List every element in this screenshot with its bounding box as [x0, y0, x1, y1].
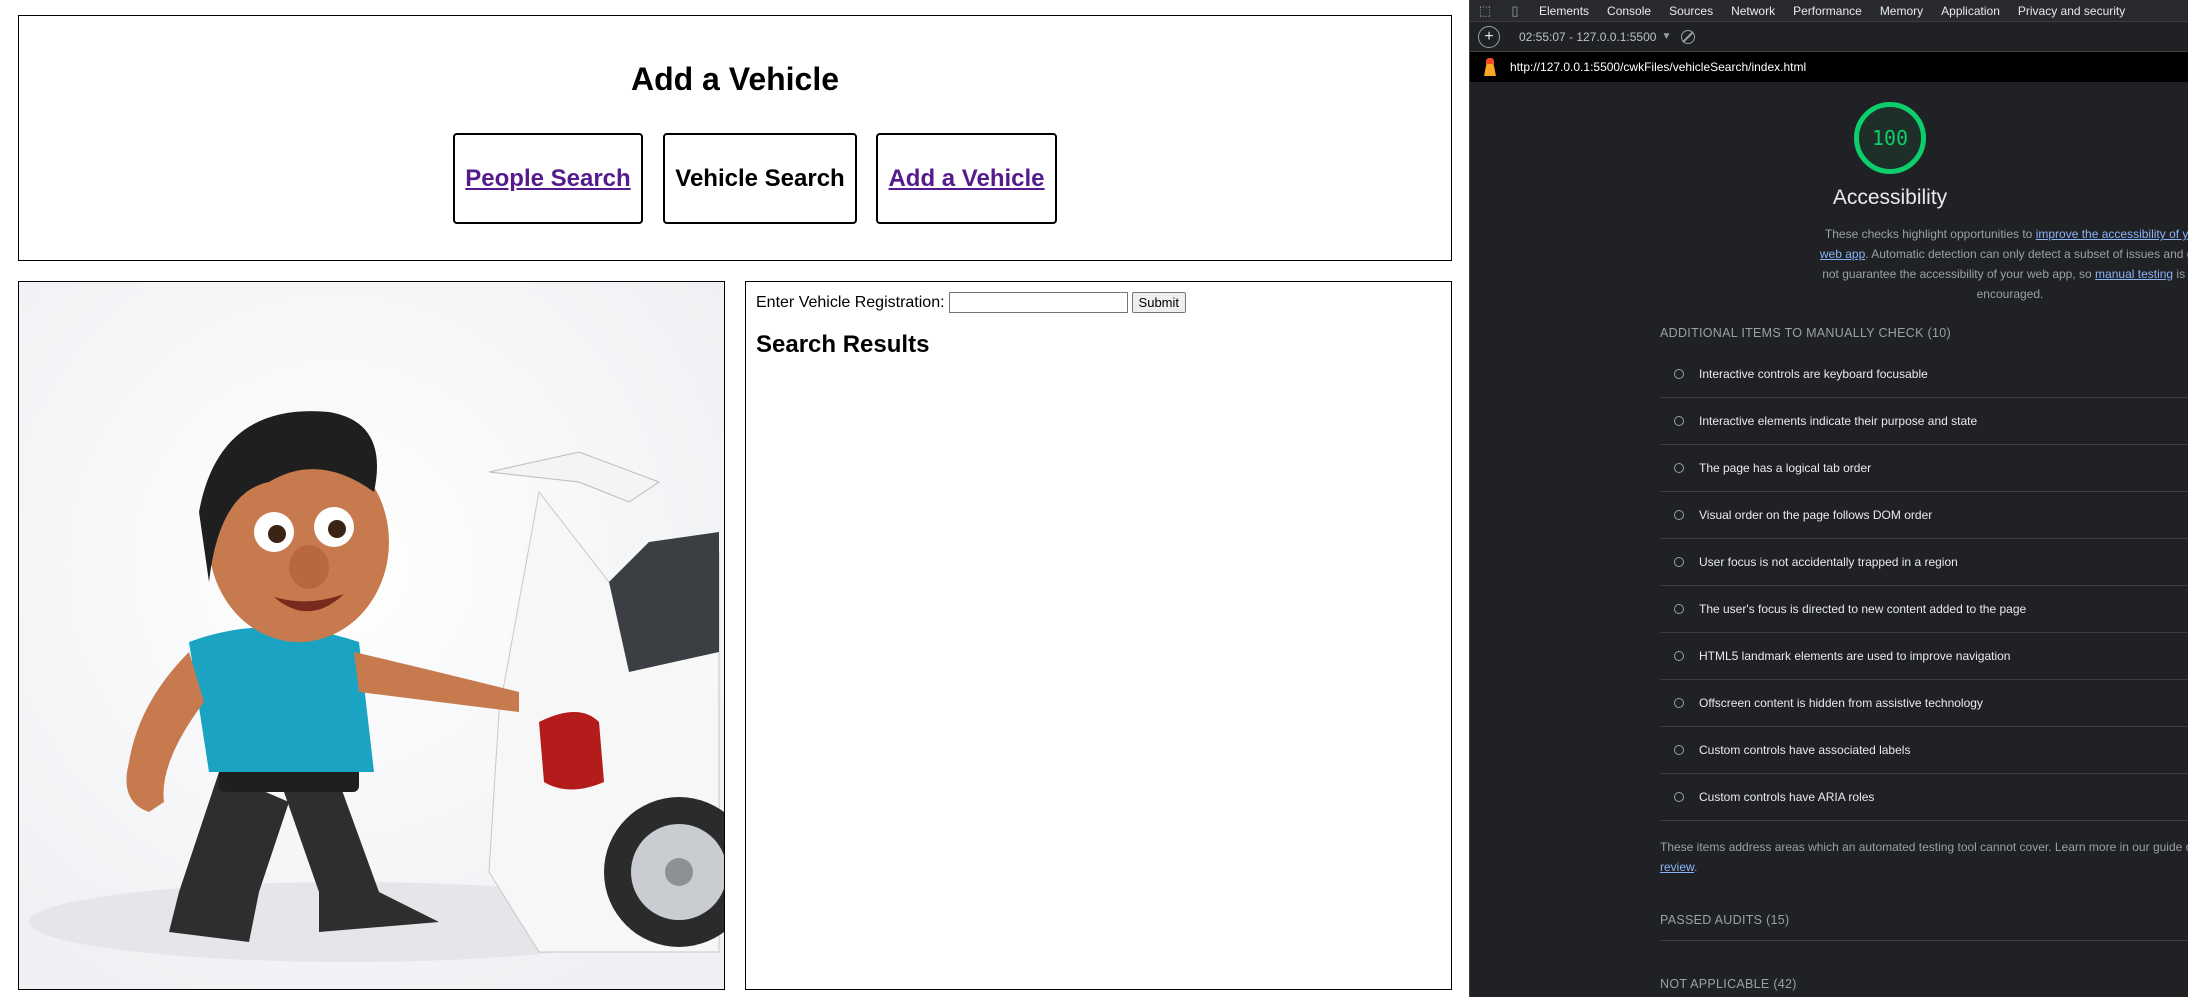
tab-performance[interactable]: Performance — [1784, 4, 1871, 18]
new-report-plus-icon[interactable]: + — [1478, 25, 1500, 48]
audit-item-label: HTML5 landmark elements are used to impr… — [1699, 649, 2011, 663]
desc-text: not guarantee the accessibility of your … — [1822, 267, 2096, 281]
manual-testing-link[interactable]: manual testing — [2095, 267, 2173, 281]
clear-icon[interactable] — [1681, 29, 1696, 44]
audit-item-label: Custom controls have associated labels — [1699, 743, 1911, 757]
lighthouse-icon — [1483, 58, 1497, 76]
audit-item[interactable]: Visual order on the page follows DOM ord… — [1660, 492, 2188, 539]
not-applicable-heading[interactable]: NOT APPLICABLE (42) — [1660, 977, 1797, 991]
tab-privacy-security[interactable]: Privacy and security — [2009, 4, 2134, 18]
chevron-down-icon[interactable]: ▼ — [1661, 31, 1671, 42]
manual-check-note: These items address areas which an autom… — [1660, 837, 2188, 877]
registration-label: Enter Vehicle Registration: — [756, 293, 945, 311]
audit-circle-icon — [1674, 698, 1684, 708]
image-section — [18, 281, 725, 990]
registration-form: Enter Vehicle Registration: Submit — [756, 292, 1187, 313]
man-with-car-illustration — [19, 282, 724, 989]
audit-item-label: Interactive elements indicate their purp… — [1699, 414, 1978, 428]
tab-application[interactable]: Application — [1932, 4, 2009, 18]
audit-item-label: The user's focus is directed to new cont… — [1699, 602, 2027, 616]
tab-memory[interactable]: Memory — [1871, 4, 1932, 18]
page-title: Add a Vehicle — [630, 61, 840, 97]
audit-item[interactable]: Interactive elements indicate their purp… — [1660, 398, 2188, 445]
desc-text: These checks highlight opportunities to — [1824, 227, 2036, 241]
audit-circle-icon — [1674, 557, 1684, 567]
tab-elements[interactable]: Elements — [1530, 4, 1598, 18]
search-section: Enter Vehicle Registration: Submit Searc… — [745, 281, 1452, 990]
audit-item[interactable]: Custom controls have ARIA roles — [1660, 774, 2188, 821]
tab-network[interactable]: Network — [1722, 4, 1784, 18]
audit-item[interactable]: The page has a logical tab order — [1660, 445, 2188, 492]
improve-accessibility-link-cont[interactable]: web app — [1820, 247, 1865, 261]
note-text: . — [1694, 860, 1698, 874]
submit-button[interactable]: Submit — [1131, 292, 1187, 313]
divider — [1660, 940, 2188, 941]
desc-text: encouraged. — [1976, 287, 2044, 301]
report-selector[interactable]: 02:55:07 - 127.0.0.1:5500 — [1519, 30, 1656, 44]
audit-item-label: User focus is not accidentally trapped i… — [1699, 555, 1958, 569]
audit-circle-icon — [1674, 510, 1684, 520]
score-gauge: 100 — [1854, 102, 1926, 174]
accessibility-review-link[interactable]: review — [1660, 860, 1694, 874]
note-text: These items address areas which an autom… — [1660, 840, 2188, 854]
audit-item[interactable]: Offscreen content is hidden from assisti… — [1660, 680, 2188, 727]
audit-item[interactable]: The user's focus is directed to new cont… — [1660, 586, 2188, 633]
audit-circle-icon — [1674, 463, 1684, 473]
audit-item-label: Interactive controls are keyboard focusa… — [1699, 367, 1928, 381]
results-heading: Search Results — [756, 331, 930, 358]
audit-item[interactable]: Interactive controls are keyboard focusa… — [1660, 351, 2188, 398]
web-page: Add a Vehicle People Search Vehicle Sear… — [0, 0, 1469, 997]
devtools-tab-bar: ⬚ ▯ Elements Console Sources Network Per… — [1470, 0, 2188, 22]
inspect-element-icon[interactable]: ⬚ — [1470, 0, 1500, 22]
audit-circle-icon — [1674, 369, 1684, 379]
audit-circle-icon — [1674, 416, 1684, 426]
registration-input[interactable] — [948, 292, 1128, 313]
audit-item-label: Visual order on the page follows DOM ord… — [1699, 508, 1933, 522]
report-url-bar: http://127.0.0.1:5500/cwkFiles/vehicleSe… — [1470, 52, 2188, 82]
device-toolbar-icon[interactable]: ▯ — [1500, 0, 1530, 22]
audit-item[interactable]: Custom controls have associated labels — [1660, 727, 2188, 774]
audit-circle-icon — [1674, 604, 1684, 614]
tab-console[interactable]: Console — [1598, 4, 1660, 18]
nav-vehicle-search: Vehicle Search — [663, 133, 857, 224]
category-description: These checks highlight opportunities to … — [1810, 224, 2188, 304]
passed-audits-heading[interactable]: PASSED AUDITS (15) — [1660, 913, 1790, 927]
improve-accessibility-link[interactable]: improve the accessibility of yo — [2036, 227, 2188, 241]
audit-circle-icon — [1674, 792, 1684, 802]
audit-item-label: The page has a logical tab order — [1699, 461, 1872, 475]
nav-people-search-link[interactable]: People Search — [453, 133, 643, 224]
desc-text: . Automatic detection can only detect a … — [1865, 247, 2188, 261]
audit-item-label: Custom controls have ARIA roles — [1699, 790, 1875, 804]
audit-circle-icon — [1674, 745, 1684, 755]
devtools-panel: ⬚ ▯ Elements Console Sources Network Per… — [1469, 0, 2188, 997]
header-section: Add a Vehicle People Search Vehicle Sear… — [18, 15, 1452, 261]
manual-check-heading[interactable]: ADDITIONAL ITEMS TO MANUALLY CHECK (10) — [1660, 326, 1951, 340]
audit-item[interactable]: User focus is not accidentally trapped i… — [1660, 539, 2188, 586]
manual-check-list: Interactive controls are keyboard focusa… — [1660, 351, 2188, 821]
audit-item[interactable]: HTML5 landmark elements are used to impr… — [1660, 633, 2188, 680]
report-url[interactable]: http://127.0.0.1:5500/cwkFiles/vehicleSe… — [1510, 60, 1806, 74]
audit-item-label: Offscreen content is hidden from assisti… — [1699, 696, 1983, 710]
category-title: Accessibility — [1832, 186, 1948, 209]
lighthouse-toolbar: + 02:55:07 - 127.0.0.1:5500 ▼ — [1470, 22, 2188, 52]
tab-sources[interactable]: Sources — [1660, 4, 1722, 18]
audit-circle-icon — [1674, 651, 1684, 661]
nav-add-vehicle-link[interactable]: Add a Vehicle — [876, 133, 1057, 224]
desc-text: is al — [2176, 267, 2188, 281]
